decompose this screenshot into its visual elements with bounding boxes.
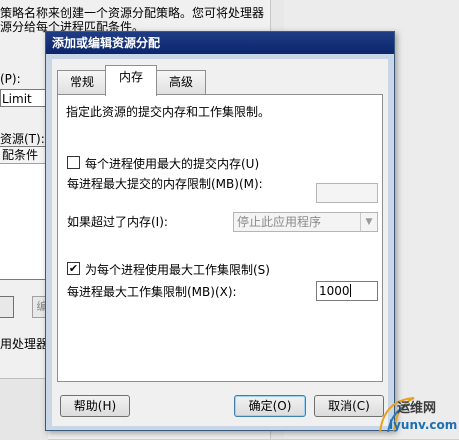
background-list-header: 配条件: [0, 147, 46, 164]
dialog-title[interactable]: 添加或编辑资源分配: [46, 32, 394, 54]
working-set-limit-value: 1000: [319, 284, 350, 298]
background-description-line1: 策略名称来创建一个资源分配策略。您可将处理器: [0, 6, 265, 20]
if-exceeded-selected-value: 停止此应用程序: [237, 215, 322, 229]
chevron-down-icon: ▼: [360, 213, 377, 231]
resource-allocation-dialog: 添加或编辑资源分配 常规 内存 高级 指定此资源的提交内存和工作集限制。 每个进…: [45, 31, 395, 431]
commit-limit-input[interactable]: [316, 183, 378, 203]
watermark-url: iyunv.com: [389, 418, 458, 432]
tab-memory[interactable]: 内存: [105, 65, 157, 96]
working-set-checkbox[interactable]: ✔: [67, 262, 80, 275]
help-button[interactable]: 帮助(H): [60, 395, 130, 417]
working-set-checkbox-label[interactable]: 为每个进程使用最大工作集限制(S): [85, 261, 270, 278]
background-name-input[interactable]: Limit: [0, 89, 48, 107]
working-set-limit-input[interactable]: 1000: [316, 281, 378, 301]
commit-memory-checkbox[interactable]: [67, 156, 80, 169]
if-exceeded-label: 如果超过了内存(I):: [67, 215, 168, 229]
watermark-text: 运维网: [397, 401, 437, 416]
background-description: 策略名称来创建一个资源分配策略。您可将处理器 源分给每个进程匹配条件。: [0, 6, 270, 34]
background-processor-label: 用处理器: [0, 337, 49, 351]
tab-general[interactable]: 常规: [57, 70, 107, 94]
background-bottom-bar: [0, 378, 48, 440]
background-add-button[interactable]: [0, 296, 14, 318]
ok-button[interactable]: 确定(O): [234, 395, 306, 417]
if-exceeded-select[interactable]: 停止此应用程序 ▼: [233, 212, 378, 232]
tab-advanced[interactable]: 高级: [156, 70, 206, 94]
commit-memory-checkbox-label[interactable]: 每个进程使用最大的提交内存(U): [85, 155, 259, 172]
working-set-limit-label: 每进程最大工作集限制(MB)(X):: [67, 285, 237, 299]
background-resources-label: 资源(T):: [0, 132, 45, 146]
memory-tab-panel: 指定此资源的提交内存和工作集限制。 每个进程使用最大的提交内存(U) 每进程最大…: [57, 94, 383, 382]
commit-limit-label: 每进程最大提交的内存限制(MB)(M):: [67, 177, 263, 191]
dialog-body: 常规 内存 高级 指定此资源的提交内存和工作集限制。 每个进程使用最大的提交内存…: [52, 59, 388, 426]
background-field-label: (P):: [0, 72, 21, 86]
text-caret: [349, 284, 351, 297]
background-resource-list[interactable]: 配条件: [0, 146, 47, 280]
panel-description: 指定此资源的提交内存和工作集限制。: [66, 105, 271, 119]
